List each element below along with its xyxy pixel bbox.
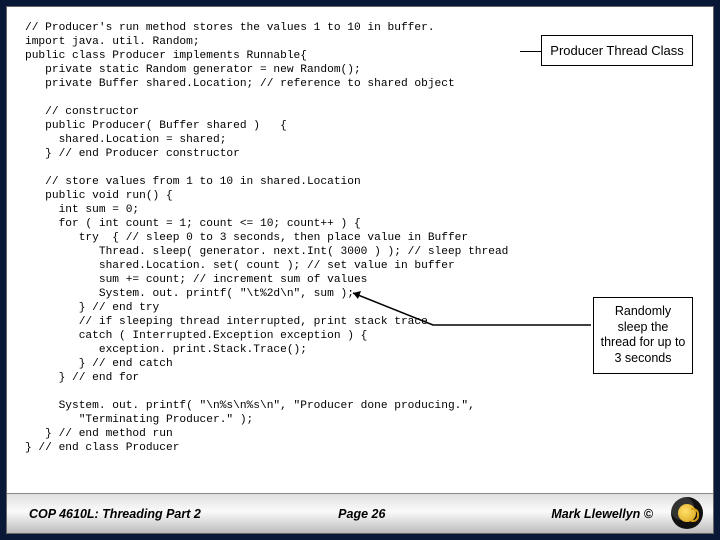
callout2-text: Randomly sleep the thread for up to 3 se… [601, 304, 686, 365]
callout-producer-class: Producer Thread Class [541, 35, 693, 66]
slide: // Producer's run method stores the valu… [6, 6, 714, 534]
content-area: // Producer's run method stores the valu… [7, 7, 713, 493]
footer-page: Page 26 [279, 507, 445, 521]
callout1-text: Producer Thread Class [550, 43, 683, 58]
footer-bar: COP 4610L: Threading Part 2 Page 26 Mark… [7, 493, 713, 533]
ucf-logo-inner [678, 504, 696, 522]
code-block: // Producer's run method stores the valu… [25, 21, 695, 455]
ucf-logo [671, 497, 703, 529]
callout-random-sleep: Randomly sleep the thread for up to 3 se… [593, 297, 693, 374]
footer-left: COP 4610L: Threading Part 2 [7, 507, 279, 521]
